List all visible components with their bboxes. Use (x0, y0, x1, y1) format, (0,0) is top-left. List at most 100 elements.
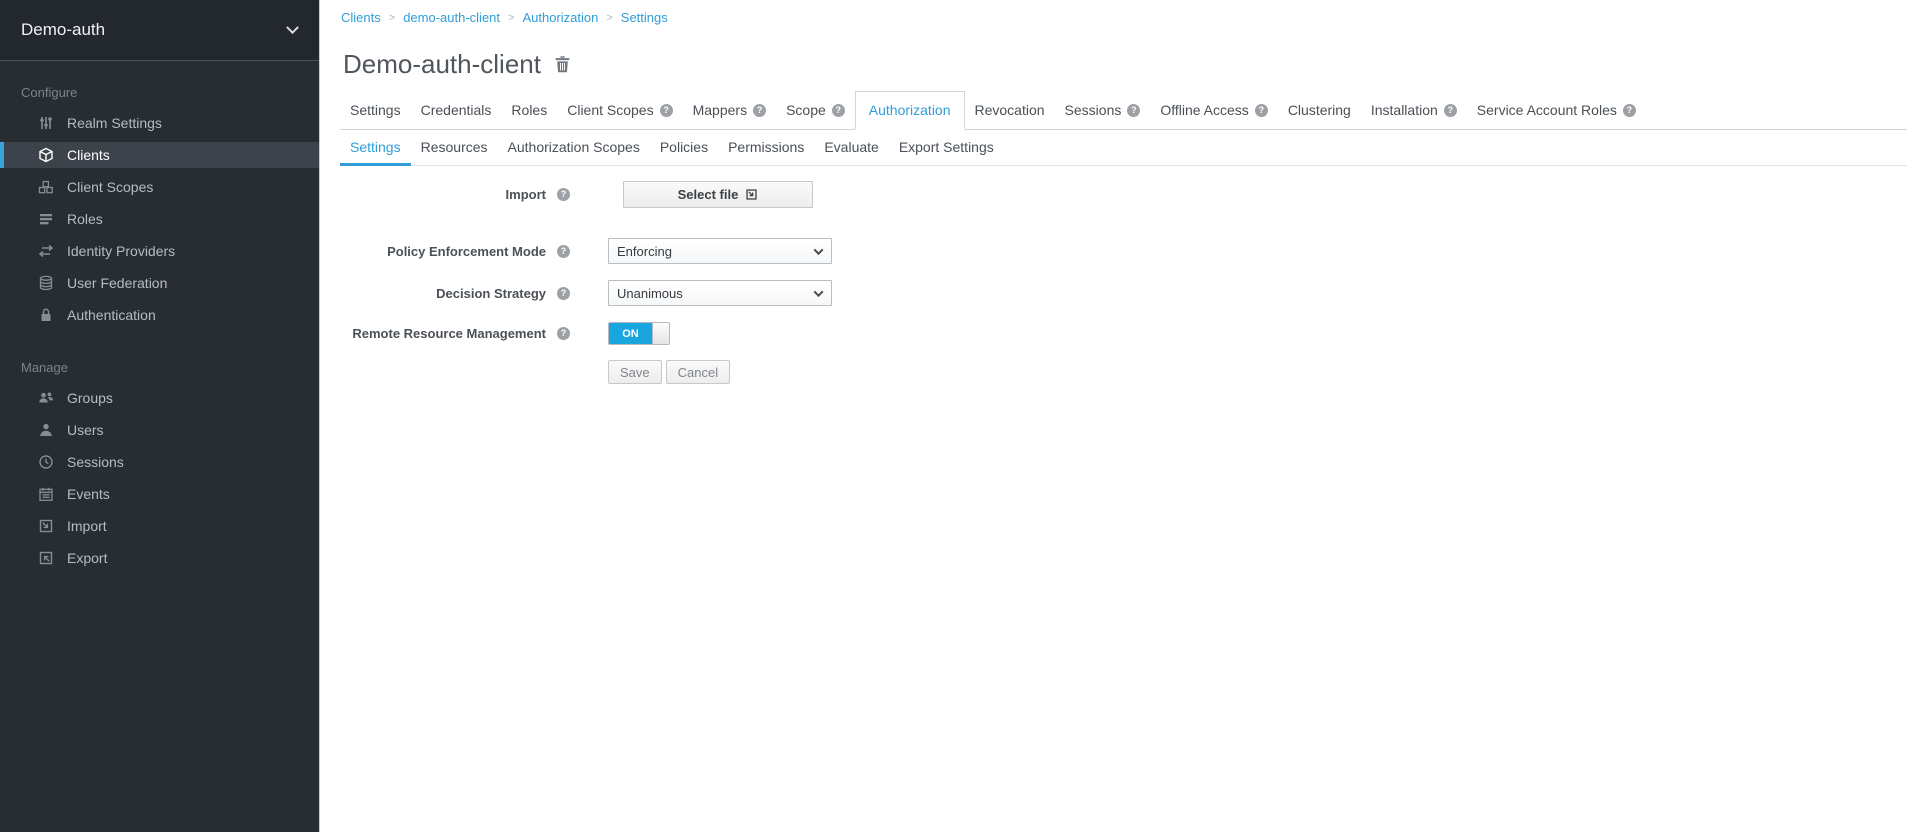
tab-settings[interactable]: Settings (340, 92, 411, 129)
help-icon[interactable]: ? (557, 287, 570, 300)
chevron-down-icon (814, 287, 824, 297)
main-content: Clients > demo-auth-client > Authorizati… (320, 0, 1919, 832)
decision-strategy-select[interactable]: Unanimous (608, 280, 832, 306)
sidebar-item-user-federation[interactable]: User Federation (0, 270, 319, 296)
list-icon (37, 211, 54, 227)
tab-sessions[interactable]: Sessions? (1055, 92, 1151, 129)
subtab-settings[interactable]: Settings (340, 130, 411, 166)
sliders-icon (37, 115, 54, 131)
sidebar-item-export[interactable]: Export (0, 545, 319, 571)
tab-service-account-roles[interactable]: Service Account Roles? (1467, 92, 1646, 129)
sidebar-item-label: Events (67, 486, 110, 502)
sidebar-item-label: Authentication (67, 307, 156, 323)
sidebar-item-label: Groups (67, 390, 113, 406)
sidebar-item-import[interactable]: Import (0, 513, 319, 539)
breadcrumb: Clients > demo-auth-client > Authorizati… (320, 0, 1919, 25)
policy-enforcement-mode-label: Policy Enforcement Mode (387, 244, 546, 259)
user-icon (37, 422, 54, 438)
sidebar-item-roles[interactable]: Roles (0, 206, 319, 232)
toggle-on-label: ON (609, 323, 652, 344)
breadcrumb-settings[interactable]: Settings (621, 10, 668, 25)
chevron-down-icon (814, 245, 824, 255)
help-icon[interactable]: ? (832, 104, 845, 117)
sidebar-item-authentication[interactable]: Authentication (0, 302, 319, 328)
cancel-button[interactable]: Cancel (666, 360, 730, 384)
help-icon[interactable]: ? (1623, 104, 1636, 117)
tab-revocation[interactable]: Revocation (965, 92, 1055, 129)
toggle-handle[interactable] (652, 323, 669, 344)
breadcrumb-clients[interactable]: Clients (341, 10, 381, 25)
sidebar-item-client-scopes[interactable]: Client Scopes (0, 174, 319, 200)
help-icon[interactable]: ? (557, 188, 570, 201)
sidebar-item-sessions[interactable]: Sessions (0, 449, 319, 475)
sidebar-item-label: Roles (67, 211, 103, 227)
people-icon (37, 390, 54, 406)
breadcrumb-separator: > (606, 12, 612, 24)
realm-selector[interactable]: Demo-auth (0, 0, 319, 61)
tab-scope[interactable]: Scope? (776, 92, 855, 129)
breadcrumb-separator: > (508, 12, 514, 24)
subtab-policies[interactable]: Policies (650, 130, 718, 166)
realm-name: Demo-auth (21, 20, 105, 40)
policy-enforcement-mode-select[interactable]: Enforcing (608, 238, 832, 264)
clock-icon (37, 454, 54, 470)
page-title: Demo-auth-client (343, 51, 541, 77)
tab-installation[interactable]: Installation? (1361, 92, 1467, 129)
decision-strategy-label: Decision Strategy (436, 286, 546, 301)
subtab-authorization-scopes[interactable]: Authorization Scopes (498, 130, 650, 166)
delete-client-button[interactable] (554, 55, 571, 73)
save-button[interactable]: Save (608, 360, 662, 384)
cubes-icon (37, 179, 54, 195)
import-icon (37, 518, 54, 534)
sidebar-item-realm-settings[interactable]: Realm Settings (0, 110, 319, 136)
tab-roles[interactable]: Roles (501, 92, 557, 129)
sidebar-item-users[interactable]: Users (0, 417, 319, 443)
select-file-button[interactable]: Select file (623, 181, 813, 208)
cube-icon (37, 147, 54, 163)
tab-offline-access[interactable]: Offline Access? (1150, 92, 1277, 129)
tab-client-scopes[interactable]: Client Scopes? (557, 92, 682, 129)
tab-credentials[interactable]: Credentials (411, 92, 502, 129)
sidebar: Demo-auth Configure Realm Settings Clien… (0, 0, 320, 832)
help-icon[interactable]: ? (1127, 104, 1140, 117)
selected-value: Unanimous (617, 286, 683, 301)
client-tabs: Settings Credentials Roles Client Scopes… (340, 91, 1907, 130)
help-icon[interactable]: ? (660, 104, 673, 117)
swap-arrows-icon (37, 243, 54, 259)
subtab-resources[interactable]: Resources (411, 130, 498, 166)
sidebar-item-label: Realm Settings (67, 115, 162, 131)
help-icon[interactable]: ? (557, 327, 570, 340)
sidebar-item-events[interactable]: Events (0, 481, 319, 507)
subtab-permissions[interactable]: Permissions (718, 130, 814, 166)
subtab-evaluate[interactable]: Evaluate (814, 130, 888, 166)
tab-authorization[interactable]: Authorization (855, 91, 965, 130)
help-icon[interactable]: ? (1444, 104, 1457, 117)
remote-resource-management-toggle[interactable]: ON (608, 322, 670, 345)
sidebar-item-label: Sessions (67, 454, 124, 470)
breadcrumb-separator: > (389, 12, 395, 24)
help-icon[interactable]: ? (1255, 104, 1268, 117)
breadcrumb-authorization[interactable]: Authorization (522, 10, 598, 25)
sidebar-item-clients[interactable]: Clients (0, 142, 319, 168)
sidebar-item-label: Identity Providers (67, 243, 175, 259)
tab-clustering[interactable]: Clustering (1278, 92, 1361, 129)
sidebar-item-label: User Federation (67, 275, 167, 291)
database-icon (37, 275, 54, 291)
subtab-export-settings[interactable]: Export Settings (889, 130, 1004, 166)
help-icon[interactable]: ? (557, 245, 570, 258)
remote-resource-management-label: Remote Resource Management (352, 326, 546, 341)
breadcrumb-client[interactable]: demo-auth-client (403, 10, 500, 25)
authorization-subtabs: Settings Resources Authorization Scopes … (340, 130, 1907, 166)
sidebar-item-label: Export (67, 550, 107, 566)
sidebar-item-groups[interactable]: Groups (0, 385, 319, 411)
sidebar-section-configure: Configure (21, 85, 319, 100)
import-file-icon (745, 188, 758, 201)
import-label: Import (506, 187, 546, 202)
help-icon[interactable]: ? (753, 104, 766, 117)
calendar-icon (37, 486, 54, 502)
sidebar-item-identity-providers[interactable]: Identity Providers (0, 238, 319, 264)
sidebar-item-label: Import (67, 518, 107, 534)
tab-mappers[interactable]: Mappers? (683, 92, 776, 129)
sidebar-item-label: Client Scopes (67, 179, 153, 195)
lock-icon (37, 307, 54, 323)
